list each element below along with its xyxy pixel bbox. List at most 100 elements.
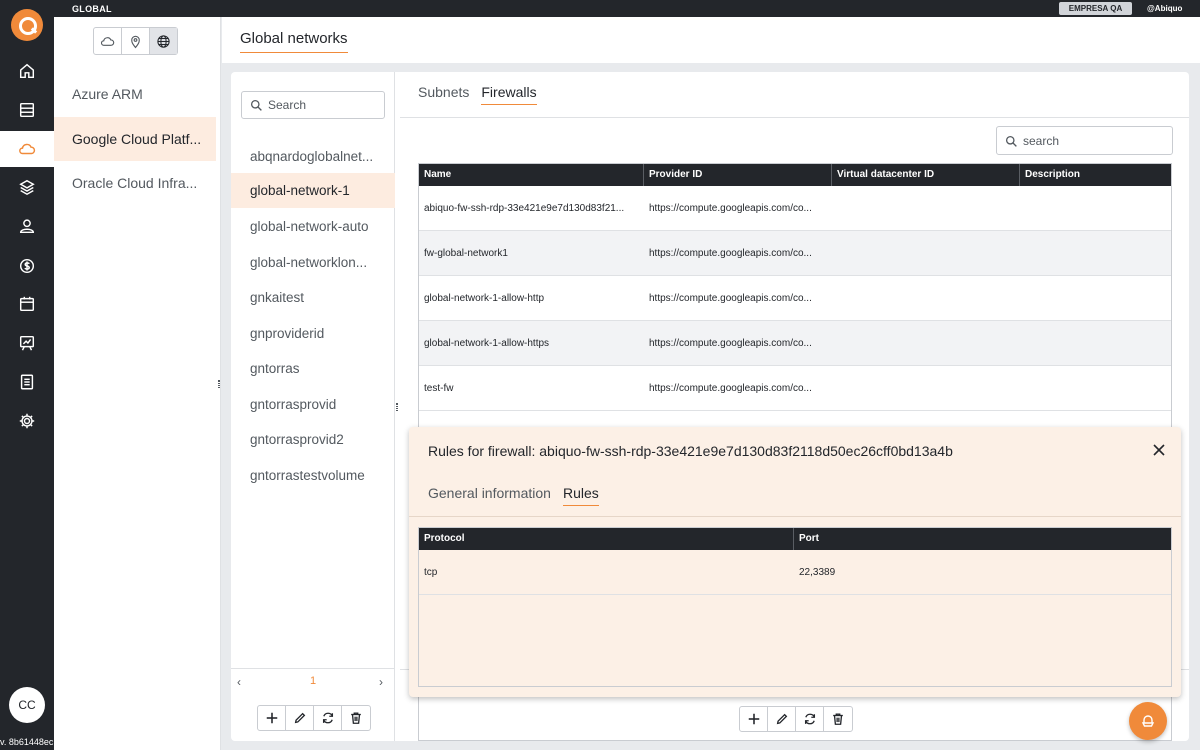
network-item[interactable]: gnproviderid [231,316,395,351]
events-icon[interactable] [0,325,54,361]
add-network-button[interactable] [258,706,286,730]
cell-vdc-id [832,186,1020,231]
provider-item[interactable]: Oracle Cloud Infra... [54,161,216,205]
user-icon[interactable] [0,208,54,244]
firewall-search[interactable] [996,126,1173,155]
firewall-search-input[interactable] [1023,132,1163,150]
settings-icon[interactable] [0,403,54,439]
left-nav: CC v. 8b61448ec [0,0,54,750]
cell-name: test-fw [424,383,454,394]
pencil-icon [294,712,305,724]
cell-provider-id: https://compute.googleapis.com/co... [649,383,812,394]
cell-vdc-id [832,276,1020,321]
network-item[interactable]: gntorrastestvolume [231,458,395,493]
cell-vdc-id [832,366,1020,411]
cell-provider-id: https://compute.googleapis.com/co... [649,293,812,304]
network-tabs: Subnets Firewalls [418,84,537,105]
cell-description [1020,276,1171,321]
column-header-description[interactable]: Description [1020,164,1171,186]
network-toolbar [257,705,371,731]
table-row[interactable]: global-network-1-allow-https https://com… [419,321,1171,366]
table-row[interactable]: abiquo-fw-ssh-rdp-33e421e9e7d130d83f21..… [419,186,1171,231]
help-button[interactable] [1129,702,1167,740]
tab-firewalls[interactable]: Firewalls [481,84,537,105]
table-row[interactable]: test-fw https://compute.googleapis.com/c… [419,366,1171,411]
tab-rules[interactable]: Rules [562,485,599,506]
location-pin-icon[interactable] [122,28,150,54]
network-item[interactable]: gntorras [231,351,395,386]
globe-icon[interactable] [150,28,177,54]
scope-title: GLOBAL [72,4,112,14]
column-header-protocol[interactable]: Protocol [419,528,794,550]
layers-icon[interactable] [0,169,54,205]
close-icon[interactable] [1151,442,1167,458]
calendar-icon[interactable] [0,286,54,322]
provider-item-selected[interactable]: Google Cloud Platf... [54,117,216,161]
network-pager: ‹ 1 › [231,668,395,696]
rules-panel-tabs: General information Rules [428,485,599,506]
column-header-provider-id[interactable]: Provider ID [644,164,832,186]
next-page-button[interactable]: › [379,675,383,689]
network-item[interactable]: global-networklon... [231,245,395,280]
table-row[interactable]: fw-global-network1 https://compute.googl… [419,231,1171,276]
network-search[interactable] [241,91,385,119]
home-icon[interactable] [0,53,54,89]
provider-panel: Azure ARM Google Cloud Platf... Oracle C… [54,17,221,750]
page-number[interactable]: 1 [310,675,316,687]
page-title: Global networks [240,30,348,53]
cloud-icon[interactable] [0,131,54,167]
avatar[interactable]: CC [9,687,45,723]
version-label: v. 8b61448ec [0,737,54,747]
provider-item[interactable]: Azure ARM [54,72,216,116]
cell-description [1020,321,1171,366]
column-header-vdc-id[interactable]: Virtual datacenter ID [832,164,1020,186]
network-item[interactable]: abqnardoglobalnet... [231,139,395,174]
network-item[interactable]: gntorrasprovid [231,387,395,422]
rules-table: Protocol Port tcp 22,3389 [418,527,1172,687]
prev-page-button[interactable]: ‹ [237,675,241,689]
datacenter-icon[interactable] [0,92,54,128]
cell-vdc-id [832,231,1020,276]
rules-panel-title: Rules for firewall: abiquo-fw-ssh-rdp-33… [428,443,953,459]
refresh-network-button[interactable] [314,706,342,730]
cell-description [1020,231,1171,276]
table-row[interactable]: global-network-1-allow-http https://comp… [419,276,1171,321]
cell-name: global-network-1-allow-https [424,338,550,349]
panel-resize-handle[interactable] [218,380,220,388]
network-search-input[interactable] [268,96,378,114]
edit-firewall-button[interactable] [768,707,796,731]
tabs-divider [400,117,1189,118]
pricing-icon[interactable] [0,248,54,284]
cloud-view-icon[interactable] [94,28,122,54]
table-header: Name Provider ID Virtual datacenter ID D… [419,164,1171,186]
enterprise-badge[interactable]: EMPRESA QA [1059,2,1132,15]
delete-firewall-button[interactable] [824,707,852,731]
cell-vdc-id [832,321,1020,366]
network-item[interactable]: gnkaitest [231,280,395,315]
network-item[interactable]: global-network-auto [231,209,395,244]
rules-table-row[interactable]: tcp 22,3389 [419,550,1171,595]
user-name[interactable]: @Abiquo [1147,4,1182,13]
trash-icon [351,712,361,724]
delete-network-button[interactable] [342,706,370,730]
abiquo-logo-icon[interactable] [11,9,43,41]
network-item[interactable]: gntorrasprovid2 [231,422,395,457]
search-icon [250,99,262,111]
column-header-port[interactable]: Port [794,528,1171,550]
cell-description [1020,366,1171,411]
top-bar: GLOBAL EMPRESA QA @Abiquo [0,0,1200,17]
tab-general-information[interactable]: General information [428,485,551,506]
tab-subnets[interactable]: Subnets [418,84,469,105]
network-item-selected[interactable]: global-network-1 [231,173,395,208]
add-firewall-button[interactable] [740,707,768,731]
cell-provider-id: https://compute.googleapis.com/co... [649,203,812,214]
reports-icon[interactable] [0,364,54,400]
column-header-name[interactable]: Name [419,164,644,186]
cell-port: 22,3389 [799,567,836,578]
list-resize-handle[interactable] [396,403,398,411]
refresh-firewall-button[interactable] [796,707,824,731]
page-header: Global networks [222,17,1200,63]
rules-tabs-divider [409,516,1181,517]
edit-network-button[interactable] [286,706,314,730]
view-switch [93,27,178,55]
